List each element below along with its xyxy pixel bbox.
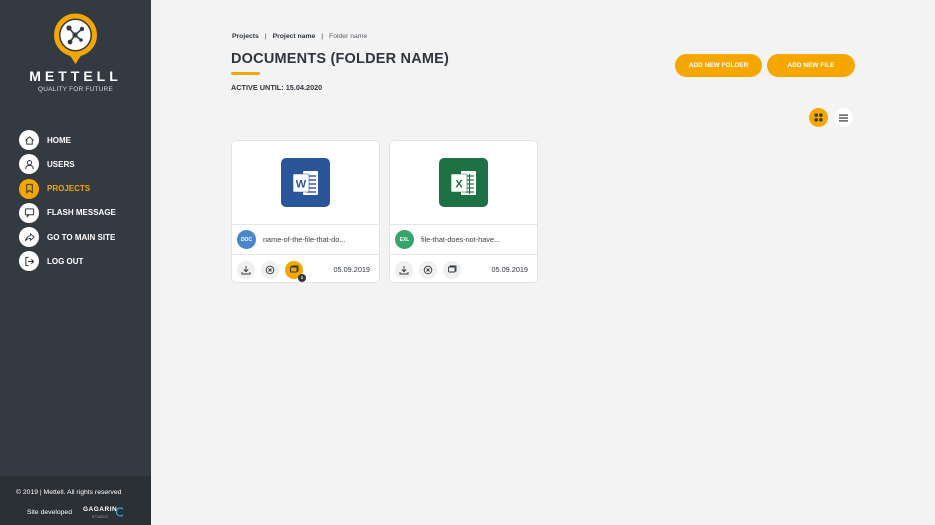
sidebar-footer: © 2019 | Mettell. All rights reserved Si…	[0, 476, 151, 525]
mettell-logo-icon[interactable]	[52, 13, 99, 65]
message-count-badge: 1	[298, 273, 306, 282]
bookmark-icon	[19, 178, 39, 199]
grid-icon	[814, 113, 823, 122]
grid-view-button[interactable]	[809, 108, 828, 127]
file-type-badge: DOC	[237, 230, 256, 249]
delete-button[interactable]	[419, 260, 437, 279]
page-title: DOCUMENTS (FOLDER NAME)	[231, 51, 450, 67]
developer-mark-icon	[115, 507, 124, 517]
logout-icon	[19, 251, 39, 272]
sidebar-item-flash-message[interactable]: FLASH MESSAGE	[19, 202, 116, 223]
messages-button[interactable]	[443, 260, 461, 279]
word-icon-letter: W	[295, 178, 306, 190]
sidebar-item-main-site[interactable]: GO TO MAIN SITE	[19, 227, 116, 248]
file-actions: 05.09.2019	[390, 256, 537, 283]
add-new-folder-button[interactable]: ADD NEW FOLDER	[675, 54, 762, 77]
file-preview[interactable]: X	[390, 141, 537, 225]
close-circle-icon	[423, 265, 433, 274]
brand-tagline: QUALITY FOR FUTURE	[38, 86, 113, 93]
file-date: 05.09.2019	[491, 265, 528, 274]
download-button[interactable]	[395, 260, 413, 279]
sidebar-nav: HOME USERS PROJECTS FLASH MESSAGE GO TO …	[19, 130, 116, 276]
sidebar-item-label: PROJECTS	[47, 184, 91, 194]
breadcrumb-separator: |	[264, 33, 267, 40]
sidebar: METTELL QUALITY FOR FUTURE HOME USERS PR…	[0, 0, 151, 525]
brand-name: METTELL	[29, 68, 122, 84]
developer-logo[interactable]: GAGARIN	[83, 506, 117, 513]
download-button[interactable]	[237, 260, 255, 279]
download-icon	[399, 265, 409, 274]
file-date: 05.09.2019	[333, 265, 370, 274]
home-icon	[19, 130, 39, 150]
sidebar-item-users[interactable]: USERS	[19, 154, 116, 175]
sidebar-item-label: USERS	[47, 159, 75, 169]
file-name[interactable]: file-that-does-not-have...	[421, 235, 500, 244]
developer-logo-sub: STUDIO	[92, 515, 109, 519]
title-underline	[231, 72, 260, 75]
breadcrumb: Projects | Project name | Folder name	[232, 33, 367, 40]
excel-icon-letter: X	[455, 178, 463, 190]
user-icon	[19, 154, 39, 175]
delete-button[interactable]	[261, 260, 279, 279]
sidebar-item-label: HOME	[47, 135, 71, 145]
breadcrumb-separator: |	[321, 33, 324, 40]
download-icon	[241, 265, 251, 274]
file-name-row: EXL file-that-does-not-have...	[390, 225, 537, 255]
message-icon	[19, 202, 39, 223]
sidebar-item-home[interactable]: HOME	[19, 130, 116, 150]
sidebar-item-projects[interactable]: PROJECTS	[19, 178, 116, 199]
breadcrumb-project-name[interactable]: Project name	[273, 33, 316, 40]
add-new-file-button[interactable]: ADD NEW FILE	[767, 54, 855, 77]
messages-button[interactable]: 1	[285, 260, 306, 282]
breadcrumb-folder-name: Folder name	[329, 33, 368, 40]
excel-file-icon: X	[439, 158, 488, 207]
sidebar-item-label: LOG OUT	[47, 256, 84, 266]
copyright-text: © 2019 | Mettell. All rights reserved	[16, 489, 122, 496]
sidebar-item-label: FLASH MESSAGE	[47, 208, 116, 218]
active-until-text: ACTIVE UNTIL: 15.04.2020	[231, 83, 323, 92]
file-card[interactable]: X EXL file-that-does-not-have... 05.09.2…	[389, 140, 538, 283]
site-developed-text: Site developed	[27, 509, 72, 516]
sidebar-item-logout[interactable]: LOG OUT	[19, 251, 116, 272]
list-icon	[839, 114, 848, 121]
file-preview[interactable]: W	[232, 141, 379, 225]
file-type-badge: EXL	[395, 230, 414, 249]
sidebar-item-label: GO TO MAIN SITE	[47, 232, 116, 242]
file-name[interactable]: name-of-the-file-that-do...	[263, 235, 345, 244]
message-icon	[290, 265, 299, 272]
close-circle-icon	[265, 265, 275, 274]
breadcrumb-projects[interactable]: Projects	[232, 33, 259, 40]
share-icon	[19, 227, 39, 248]
word-file-icon: W	[281, 158, 330, 207]
file-actions: 1 05.09.2019	[232, 256, 379, 283]
list-view-button[interactable]	[834, 108, 853, 127]
message-icon	[448, 265, 457, 272]
file-name-row: DOC name-of-the-file-that-do...	[232, 225, 379, 255]
file-card[interactable]: W DOC name-of-the-file-that-do... 1 05.0…	[231, 140, 380, 283]
